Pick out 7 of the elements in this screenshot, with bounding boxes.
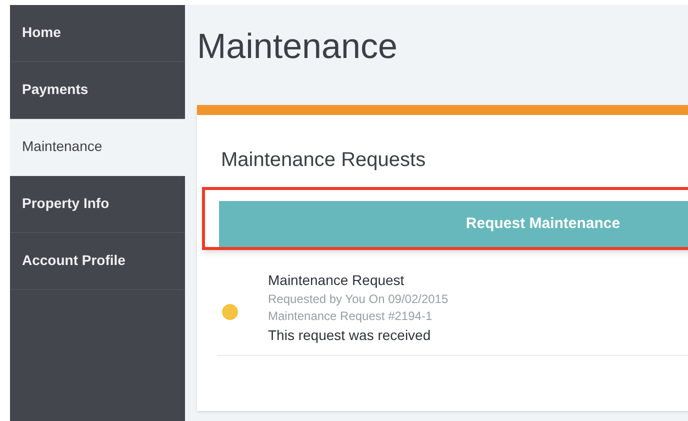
request-title: Maintenance Request [268, 271, 404, 290]
request-date: Requested by You On 09/02/2015 [268, 291, 448, 308]
request-status: This request was received [268, 326, 431, 345]
card-title: Maintenance Requests [221, 148, 426, 172]
page-title: Maintenance [197, 27, 398, 67]
sidebar-item[interactable]: Maintenance [10, 119, 185, 176]
request-number: Maintenance Request #2194-1 [268, 308, 432, 325]
